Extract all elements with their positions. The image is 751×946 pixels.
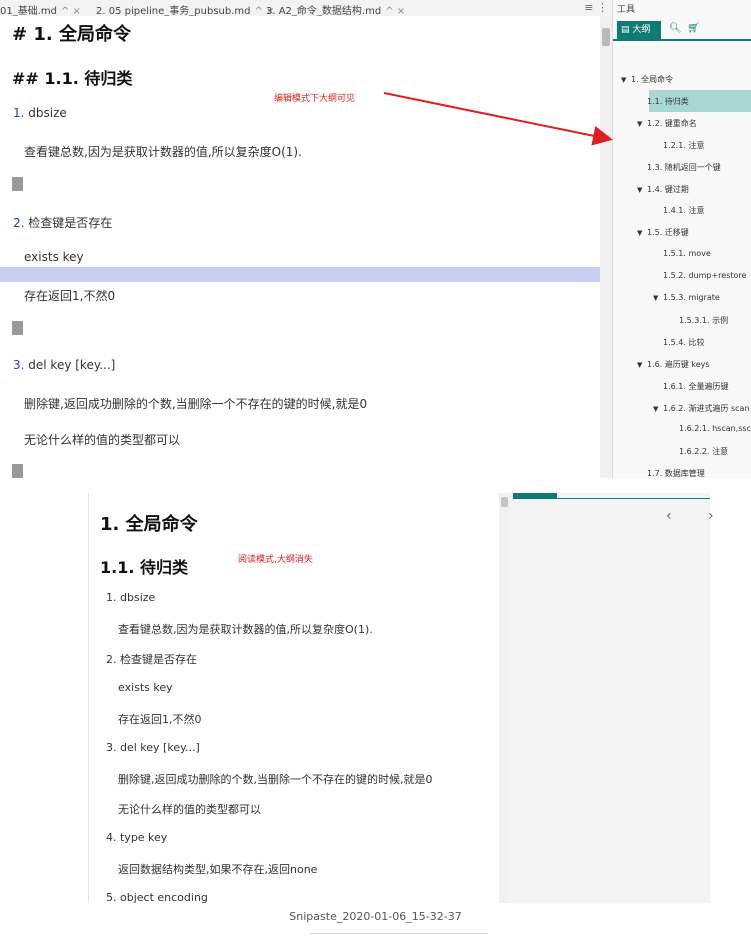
paragraph: 无论什么样的值的类型都可以 [118,803,261,816]
list-item: 5. object encoding [106,891,208,903]
paragraph: exists key [118,681,173,694]
annotation-read-mode: 阅读模式,大纲消失 [238,555,313,565]
list-item: 4. type key [106,831,168,844]
list-item: 1. dbsize [106,591,156,604]
caption-underline [310,933,488,934]
paragraph: 查看键总数,因为是获取计数器的值,所以复杂度O(1). [118,623,373,636]
reader-heading-2: 1.1. 待归类 [100,558,188,577]
list-item: 3. del key [key...] [106,741,200,754]
empty-panel-divider [557,498,710,499]
list-item: 2. 检查键是否存在 [106,653,197,666]
reader-scrollbar[interactable] [499,493,510,903]
reader-pane[interactable]: 1. 全局命令 1.1. 待归类 阅读模式,大纲消失 1. dbsize 查看键… [88,493,511,903]
arrow-to-outline [383,92,613,146]
reader-scrollbar-thumb[interactable] [501,497,508,507]
nav-arrows[interactable]: ‹ › [666,508,730,524]
empty-panel-tab-indicator [513,493,557,499]
image-caption: Snipaste_2020-01-06_15-32-37 [289,910,462,923]
paragraph: 返回数据结构类型,如果不存在,返回none [118,863,318,876]
reader-heading-1: 1. 全局命令 [100,514,198,535]
empty-sidebar-panel [510,493,710,903]
paragraph: 存在返回1,不然0 [118,713,202,726]
paragraph: 删除键,返回成功删除的个数,当删除一个不存在的键的时候,就是0 [118,773,433,786]
